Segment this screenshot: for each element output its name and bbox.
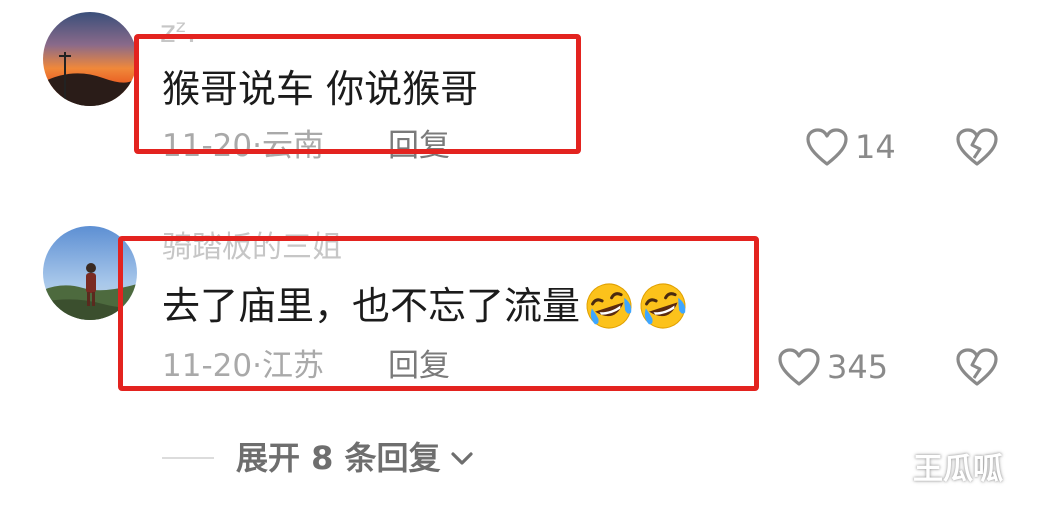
- comment-1-like-count: 14: [855, 128, 896, 166]
- comment-1-dislike-button[interactable]: [955, 127, 999, 171]
- comment-1-date: 11-20: [162, 128, 253, 164]
- comment-1-text: 猴哥说车 你说猴哥: [162, 67, 479, 111]
- comment-2-username[interactable]: 骑踏板的三姐: [162, 233, 342, 263]
- comment-1-meta: 11-20·云南: [162, 131, 324, 162]
- heart-icon: [778, 348, 820, 386]
- expand-divider: [162, 457, 214, 459]
- watermark: 王瓜呱: [913, 452, 1003, 487]
- expand-replies-button[interactable]: 展开 8 条回复: [236, 442, 475, 474]
- comment-2-text: 去了庙里，也不忘了流量: [162, 281, 688, 331]
- comment-2-reply-button[interactable]: 回复: [388, 351, 450, 382]
- comment-2-like-button[interactable]: 345: [777, 347, 888, 387]
- heart-icon: [806, 128, 848, 166]
- rofl-emoji-icon: [586, 283, 632, 329]
- comment-1-reply-button[interactable]: 回复: [388, 131, 450, 162]
- comment-1-like-button[interactable]: 14: [805, 127, 896, 167]
- comment-2-like-count: 345: [827, 348, 889, 386]
- comment-2-location: 江苏: [261, 348, 324, 384]
- broken-heart-icon: [956, 348, 998, 386]
- comment-2-meta: 11-20·江苏: [162, 351, 324, 382]
- chevron-down-icon: [450, 452, 473, 465]
- avatar-sunset[interactable]: [43, 12, 137, 106]
- comment-1-separator: ·: [252, 128, 262, 164]
- comment-1-username[interactable]: zᶻ.: [160, 18, 196, 48]
- expand-replies-label: 展开 8 条回复: [236, 439, 441, 477]
- avatar-hiker[interactable]: [43, 226, 137, 320]
- comment-2-dislike-button[interactable]: [955, 347, 999, 391]
- comment-2-separator: ·: [252, 348, 262, 384]
- comment-1-location: 云南: [261, 128, 324, 164]
- broken-heart-icon: [956, 128, 998, 166]
- comment-2-text-content: 去了庙里，也不忘了流量: [162, 284, 581, 328]
- comment-section: zᶻ. 猴哥说车 你说猴哥 11-20·云南 回复 14 骑踏板的三姐 去了庙里…: [0, 0, 1042, 508]
- rofl-emoji-icon: [640, 283, 686, 329]
- comment-2-date: 11-20: [162, 348, 253, 384]
